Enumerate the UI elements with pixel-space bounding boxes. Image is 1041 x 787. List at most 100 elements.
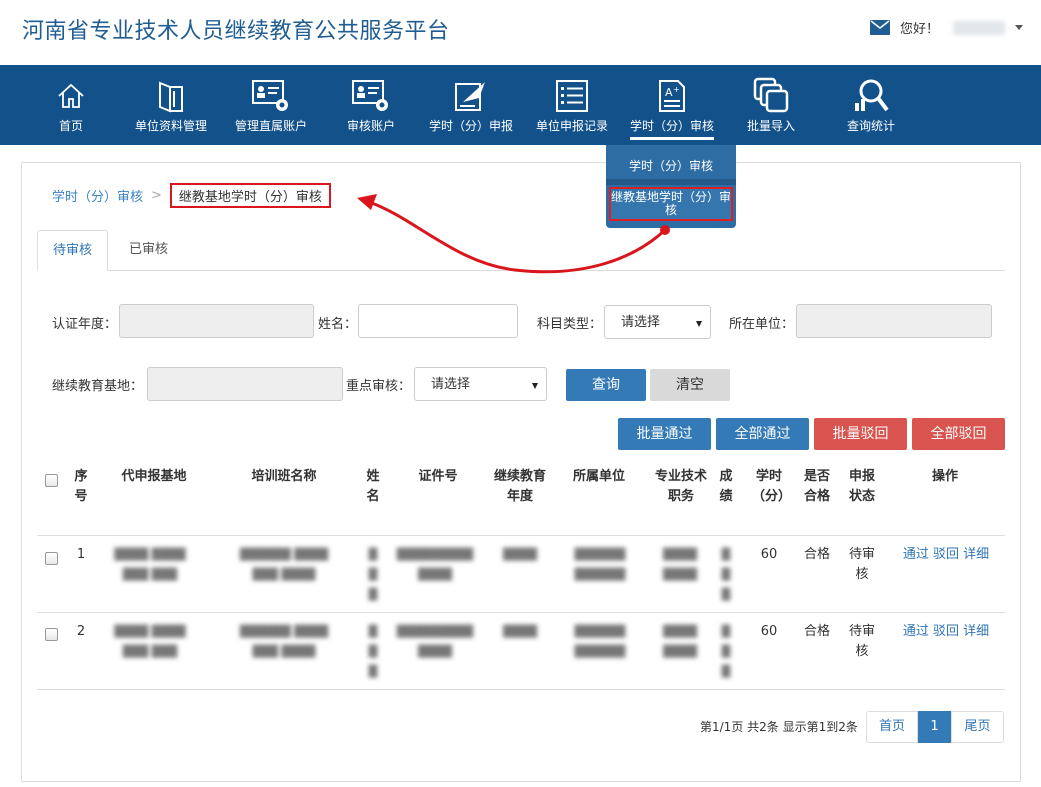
batch-pass-button[interactable]: 批量通过 <box>618 418 711 450</box>
col-id: 证件号 <box>418 469 458 484</box>
nav-label: 首页 <box>58 119 83 133</box>
search-stats-icon <box>851 77 891 115</box>
unit-label: 所在单位： <box>729 317 795 332</box>
chevron-down-icon <box>696 321 702 327</box>
cell-status: 待审核 <box>848 624 875 659</box>
nav-item-unit-records[interactable]: 单位申报记录 <box>534 65 610 145</box>
breadcrumb-separator: > <box>151 187 162 203</box>
main-nav: 首页 单位资料管理 管理直属账户 审核账户 学时（分）申报 单位申报记录 A+ <box>0 65 1041 145</box>
all-reject-button[interactable]: 全部驳回 <box>912 418 1005 450</box>
detail-link[interactable]: 详细 <box>963 624 989 639</box>
row-checkbox[interactable] <box>45 628 58 641</box>
nav-item-declare[interactable]: 学时（分）申报 <box>428 65 514 145</box>
subject-type-select[interactable]: 请选择 <box>604 305 711 339</box>
nav-item-hours-review[interactable]: A + 学时（分）审核 <box>627 65 717 145</box>
nav-label: 单位资料管理 <box>134 119 207 133</box>
query-button[interactable]: 查询 <box>566 369 646 401</box>
nav-item-manage-accounts[interactable]: 管理直属账户 <box>233 65 309 145</box>
subject-type-value: 请选择 <box>621 315 661 330</box>
cell-unit-redacted: ██████ ██████ <box>574 548 626 581</box>
key-review-select[interactable]: 请选择 <box>414 367 547 401</box>
base-field[interactable] <box>147 367 343 401</box>
col-status: 申报状态 <box>848 469 875 504</box>
col-qualified: 是否合格 <box>803 469 830 504</box>
key-review-label: 重点审核： <box>346 379 412 394</box>
cell-name-redacted: █ █ █ <box>368 625 378 678</box>
cell-year-redacted: ████ <box>503 625 537 638</box>
dropdown-item-base-hours-review[interactable]: 继教基地学时（分）审核 <box>609 187 733 221</box>
pagination-info: 第1/1页 共2条 显示第1到2条 <box>700 720 858 734</box>
chevron-down-icon <box>532 383 538 389</box>
mail-icon[interactable] <box>869 20 890 35</box>
pagination: 首页 1 尾页 <box>866 711 1004 743</box>
breadcrumb: 学时（分）审核 > 继教基地学时（分）审核 <box>52 182 331 208</box>
cell-score-redacted: █ █ █ <box>721 625 731 678</box>
cell-ops: 通过 驳回 详细 <box>898 622 994 642</box>
page-1-button[interactable]: 1 <box>918 711 951 743</box>
dropdown-item-hours-review[interactable]: 学时（分）审核 <box>606 155 736 177</box>
breadcrumb-parent-link[interactable]: 学时（分）审核 <box>52 186 143 205</box>
detail-link[interactable]: 详细 <box>963 547 989 562</box>
cell-class-redacted: ██████ ████ ███ ████ <box>239 548 329 581</box>
tab-reviewed[interactable]: 已审核 <box>114 230 183 271</box>
pass-link[interactable]: 通过 <box>903 547 929 562</box>
first-page-button[interactable]: 首页 <box>866 711 918 743</box>
col-name: 姓名 <box>366 469 380 504</box>
cell-unit-redacted: ██████ ██████ <box>574 625 626 658</box>
cell-title-redacted: ████ ████ <box>663 548 697 581</box>
nav-label: 查询统计 <box>846 119 895 133</box>
reject-link[interactable]: 驳回 <box>933 624 959 639</box>
clear-button[interactable]: 清空 <box>650 369 730 401</box>
cell-status: 待审核 <box>848 547 875 582</box>
top-header: 河南省专业技术人员继续教育公共服务平台 您好！ <box>0 0 1041 65</box>
all-pass-button[interactable]: 全部通过 <box>716 418 809 450</box>
account-review-icon <box>351 77 391 115</box>
cert-year-field[interactable] <box>119 304 314 338</box>
nav-item-unit-info[interactable]: 单位资料管理 <box>133 65 209 145</box>
reject-link[interactable]: 驳回 <box>933 547 959 562</box>
col-unit: 所属单位 <box>572 469 625 484</box>
grade-icon: A + <box>652 77 692 115</box>
cell-name-redacted: █ █ █ <box>368 548 378 601</box>
col-ops: 操作 <box>931 469 958 484</box>
nav-label: 学时（分）审核 <box>629 117 714 140</box>
table-divider <box>37 535 1005 536</box>
cell-hours: 60 <box>760 547 778 562</box>
col-seq: 序号 <box>74 469 88 504</box>
book-icon <box>151 77 191 115</box>
nav-label: 管理直属账户 <box>234 119 307 133</box>
subject-type-label: 科目类型： <box>537 317 603 332</box>
user-name-redacted <box>953 20 1005 35</box>
tab-pending[interactable]: 待审核 <box>37 230 109 271</box>
unit-field[interactable] <box>796 304 992 338</box>
nav-item-review-accounts[interactable]: 审核账户 <box>345 65 397 145</box>
nav-label: 学时（分）申报 <box>428 119 513 133</box>
select-all-checkbox[interactable] <box>45 474 58 487</box>
col-class: 培训班名称 <box>251 469 317 484</box>
cell-ops: 通过 驳回 详细 <box>898 545 994 565</box>
batch-reject-button[interactable]: 批量驳回 <box>814 418 907 450</box>
home-icon <box>51 77 91 115</box>
nav-item-batch-import[interactable]: 批量导入 <box>745 65 797 145</box>
col-score: 成绩 <box>719 469 733 504</box>
chevron-down-icon[interactable] <box>1015 25 1023 30</box>
nav-item-home[interactable]: 首页 <box>50 65 92 145</box>
hours-review-dropdown: 学时（分）审核 继教基地学时（分）审核 <box>606 145 736 228</box>
user-menu[interactable]: 您好！ <box>869 18 1023 37</box>
col-hours: 学时（分） <box>752 469 792 504</box>
cell-hours: 60 <box>760 624 778 639</box>
breadcrumb-current: 继教基地学时（分）审核 <box>169 182 331 208</box>
cell-id-redacted: █████████ ████ <box>396 625 474 658</box>
nav-label: 批量导入 <box>746 119 795 133</box>
declare-icon <box>451 77 491 115</box>
name-input[interactable] <box>358 304 518 338</box>
cell-base-redacted: ████ ████ ███ ███ <box>114 625 186 658</box>
nav-label: 单位申报记录 <box>535 119 608 133</box>
cert-year-label: 认证年度： <box>52 317 118 332</box>
nav-item-query-stats[interactable]: 查询统计 <box>845 65 897 145</box>
dropdown-divider <box>606 179 736 185</box>
import-icon <box>751 77 791 115</box>
last-page-button[interactable]: 尾页 <box>951 711 1004 743</box>
pass-link[interactable]: 通过 <box>903 624 929 639</box>
row-checkbox[interactable] <box>45 552 58 565</box>
